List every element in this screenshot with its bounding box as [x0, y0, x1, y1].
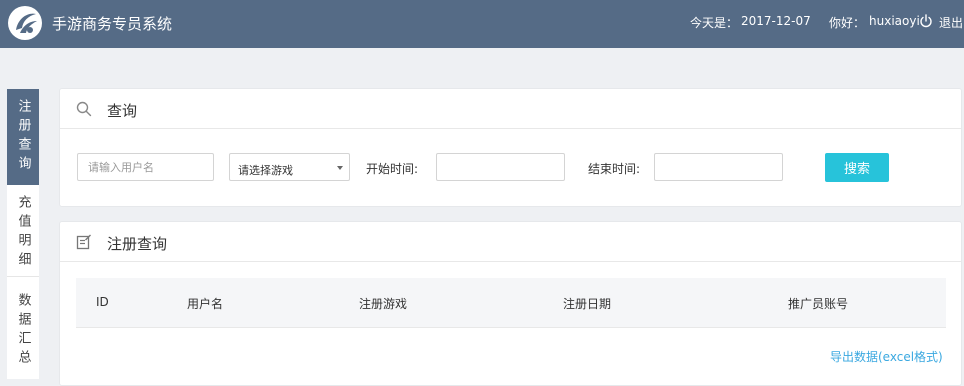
chevron-down-icon [337, 166, 343, 170]
end-time-label: 结束时间: [588, 162, 641, 176]
start-time-field[interactable] [436, 153, 565, 181]
power-icon[interactable] [919, 14, 933, 31]
username: huxiaoyi [869, 14, 920, 28]
end-time-input[interactable] [655, 154, 782, 180]
app-title: 手游商务专员系统 [52, 15, 173, 33]
search-panel-title: 查询 [107, 102, 138, 120]
greeting-label: 你好： [829, 16, 866, 30]
username-input[interactable] [78, 154, 213, 180]
column-header-register-game[interactable]: 注册游戏 [359, 295, 407, 312]
date-label: 今天是： [690, 16, 739, 30]
result-panel: 注册查询 ID 用户名 注册游戏 注册日期 推广员账号 导出数据(excel格式… [59, 221, 962, 386]
game-select-value: 请选择游戏 [238, 164, 293, 177]
logo-icon [8, 6, 42, 40]
export-excel-link[interactable]: 导出数据(excel格式) [830, 348, 943, 365]
search-icon [76, 101, 92, 120]
search-panel-header: 查询 [60, 89, 961, 129]
date-value: 2017-12-07 [741, 14, 811, 28]
column-header-register-date[interactable]: 注册日期 [563, 295, 611, 312]
end-time-field[interactable] [654, 153, 783, 181]
start-time-label: 开始时间: [366, 162, 419, 176]
result-panel-title: 注册查询 [107, 235, 168, 253]
edit-list-icon [76, 234, 92, 253]
result-panel-header: 注册查询 [60, 222, 961, 262]
sidebar-item-recharge-detail[interactable]: 充值明细 [7, 189, 39, 277]
column-header-id[interactable]: ID [96, 295, 109, 309]
sidebar-item-register-query[interactable]: 注册查询 [7, 89, 39, 185]
search-panel: 查询 请选择游戏 开始时间: 结束时间: 搜索 [59, 88, 962, 207]
column-header-promoter-account[interactable]: 推广员账号 [788, 295, 848, 312]
column-header-username[interactable]: 用户名 [187, 295, 223, 312]
logout-link[interactable]: 退出 [939, 14, 963, 31]
table-header-row: ID 用户名 注册游戏 注册日期 推广员账号 [76, 278, 946, 328]
username-field[interactable] [77, 153, 214, 181]
start-time-input[interactable] [437, 154, 564, 180]
top-header: 手游商务专员系统 今天是： 2017-12-07 你好： huxiaoyi 退出 [0, 0, 964, 48]
sidebar: 注册查询 充值明细 数据汇总 [7, 89, 39, 379]
game-select[interactable]: 请选择游戏 [229, 153, 350, 181]
sidebar-item-data-summary[interactable]: 数据汇总 [7, 285, 39, 377]
search-button[interactable]: 搜索 [825, 153, 889, 182]
